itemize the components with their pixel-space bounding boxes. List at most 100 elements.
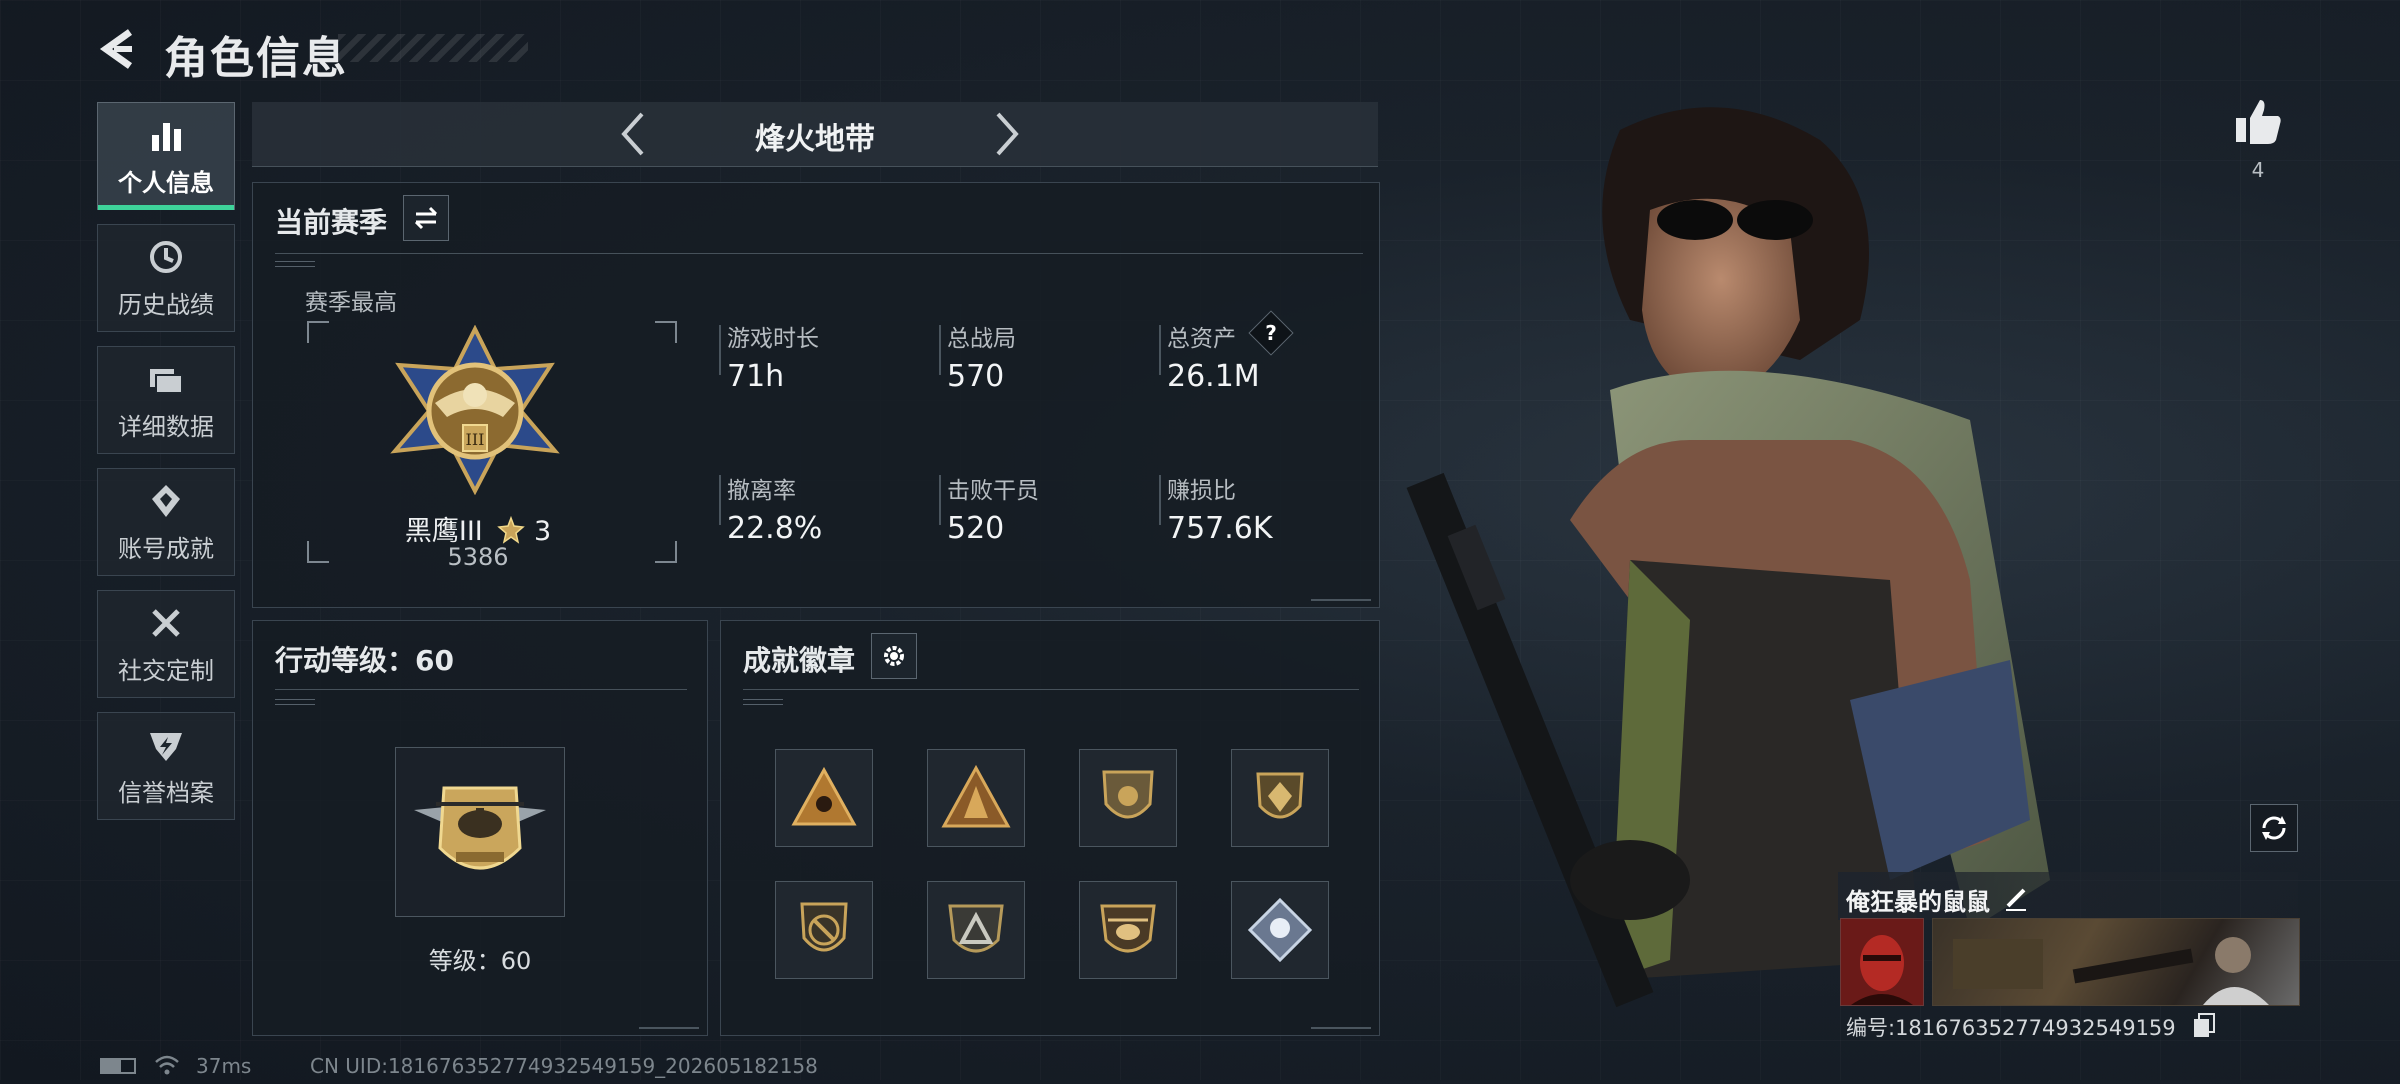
back-button[interactable] (96, 26, 142, 72)
stat-divider (719, 475, 721, 525)
decoration (639, 1017, 699, 1029)
chevron-right-icon (996, 112, 1019, 156)
sidebar-item-label: 个人信息 (118, 168, 214, 197)
stat-value-extraction-rate: 22.8% (727, 511, 823, 546)
achievement-badge[interactable] (927, 881, 1025, 979)
uid-footer-text: CN UID:1816763527749325491​59_2026051821… (310, 1054, 818, 1078)
player-banner[interactable] (1932, 918, 2300, 1006)
switch-season-button[interactable] (403, 195, 449, 241)
refresh-model-button[interactable] (2250, 804, 2298, 852)
map-selector: 烽火地带 (252, 102, 1378, 167)
decoration (275, 699, 315, 705)
star-icon (497, 515, 526, 544)
banner-illustration-icon (1953, 937, 2269, 1005)
season-panel: 当前赛季 赛季最高 III 黑鹰III 3 5386 游戏时长 71h 总战局 … (252, 182, 1380, 608)
frame-corner (307, 541, 329, 563)
sidebar-item-social[interactable]: 社交定制 (97, 590, 235, 698)
achievements-title: 成就徽章 (743, 644, 856, 677)
pencil-icon (2006, 888, 2026, 911)
like-count: 4 (2251, 158, 2265, 182)
frame-corner (307, 321, 329, 343)
achievement-icon (152, 484, 180, 517)
season-title: 当前赛季 (275, 206, 388, 239)
folder-stack-icon (150, 368, 183, 394)
achievements-panel: 成就徽章 (720, 620, 1380, 1036)
diamond-rose-badge-icon (1247, 897, 1313, 963)
shield-bolt-icon (150, 732, 182, 761)
triangle-soldier-badge-icon (941, 764, 1011, 828)
achievement-badge[interactable] (1079, 749, 1177, 847)
ping-text: 37ms (196, 1054, 252, 1078)
frame-corner (655, 321, 677, 343)
battery-icon (100, 1058, 136, 1074)
sidebar-item-label: 历史战绩 (118, 290, 214, 319)
divider (275, 253, 1363, 254)
wifi-icon (155, 1055, 179, 1075)
achievement-badge[interactable] (1231, 749, 1329, 847)
action-level-panel: 行动等级：60 等级：60 (252, 620, 708, 1036)
stat-label-playtime: 游戏时长 (727, 326, 819, 352)
sidebar-item-history[interactable]: 历史战绩 (97, 224, 235, 332)
sidebar-item-label: 账号成就 (118, 534, 214, 563)
player-id: 编号:1816763527749325491​59 (1846, 1016, 2176, 1040)
shield-badge-icon (1102, 770, 1154, 819)
copy-id-button[interactable] (2192, 1012, 2216, 1038)
sidebar-item-personal-info[interactable]: 个人信息 (97, 102, 235, 210)
achievement-badge[interactable] (927, 749, 1025, 847)
achievement-badge[interactable] (1079, 881, 1177, 979)
achievement-badge[interactable] (1231, 881, 1329, 979)
divider (743, 689, 1359, 690)
knife-shield-badge-icon (800, 902, 848, 952)
player-avatar[interactable] (1840, 918, 1924, 1006)
blackhawk-rank-emblem-icon: III (390, 325, 560, 495)
stat-divider (1159, 475, 1161, 525)
stat-label-kills: 击败干员 (947, 478, 1039, 504)
divider (275, 689, 687, 690)
sidebar-item-achievements[interactable]: 账号成就 (97, 468, 235, 576)
level-emblem-frame (395, 747, 565, 917)
avatar-face-icon (1841, 919, 1923, 1005)
next-map-button[interactable] (982, 110, 1030, 158)
refresh-icon (2262, 816, 2286, 840)
title-decoration (338, 34, 528, 62)
sidebar-item-label: 信誉档案 (118, 778, 214, 807)
helicopter-emblem-icon (414, 786, 546, 870)
stat-label-matches: 总战局 (947, 326, 1016, 352)
sidebar-item-label: 社交定制 (118, 656, 214, 685)
page-title: 角色信息 (164, 33, 348, 84)
player-name: 俺狂暴的鼠鼠 (1846, 888, 1990, 916)
decoration (275, 261, 315, 267)
sidebar-item-label: 详细数据 (118, 412, 214, 441)
swap-arrows-icon (414, 206, 438, 230)
assets-help-button[interactable] (1248, 310, 1294, 356)
triangle-shield-badge-icon (948, 904, 1004, 953)
sidebar-item-reputation[interactable]: 信誉档案 (97, 712, 235, 820)
achievement-badge[interactable] (775, 749, 873, 847)
tools-icon (152, 608, 180, 637)
stat-value-kills: 520 (947, 511, 1005, 546)
like-button[interactable] (2232, 96, 2284, 148)
frame-corner (655, 541, 677, 563)
triangle-badge-icon (791, 766, 857, 826)
edit-name-button[interactable] (2002, 884, 2030, 912)
sidebar-item-detailed-data[interactable]: 详细数据 (97, 346, 235, 454)
gear-icon (884, 646, 904, 666)
action-level-title: 行动等级：60 (275, 644, 454, 677)
decoration (743, 699, 783, 705)
stat-label-extraction-rate: 撤离率 (727, 478, 796, 504)
svg-text:III: III (466, 430, 485, 449)
helicopter-badge-icon (1100, 904, 1156, 953)
badge-settings-button[interactable] (871, 633, 917, 679)
stat-divider (1159, 325, 1161, 375)
stat-value-playtime: 71h (727, 359, 785, 394)
stat-value-assets: 26.1M (1167, 359, 1260, 394)
stat-label-profit-ratio: 赚损比 (1167, 478, 1236, 504)
stat-divider (719, 325, 721, 375)
stat-value-profit-ratio: 757.6K (1167, 511, 1273, 546)
achievement-badge[interactable] (775, 881, 873, 979)
rank-points: 5386 (447, 543, 509, 571)
bar-chart-icon (152, 122, 181, 151)
map-name: 烽火地带 (755, 122, 875, 157)
stat-value-matches: 570 (947, 359, 1005, 394)
season-best-label: 赛季最高 (305, 290, 397, 316)
